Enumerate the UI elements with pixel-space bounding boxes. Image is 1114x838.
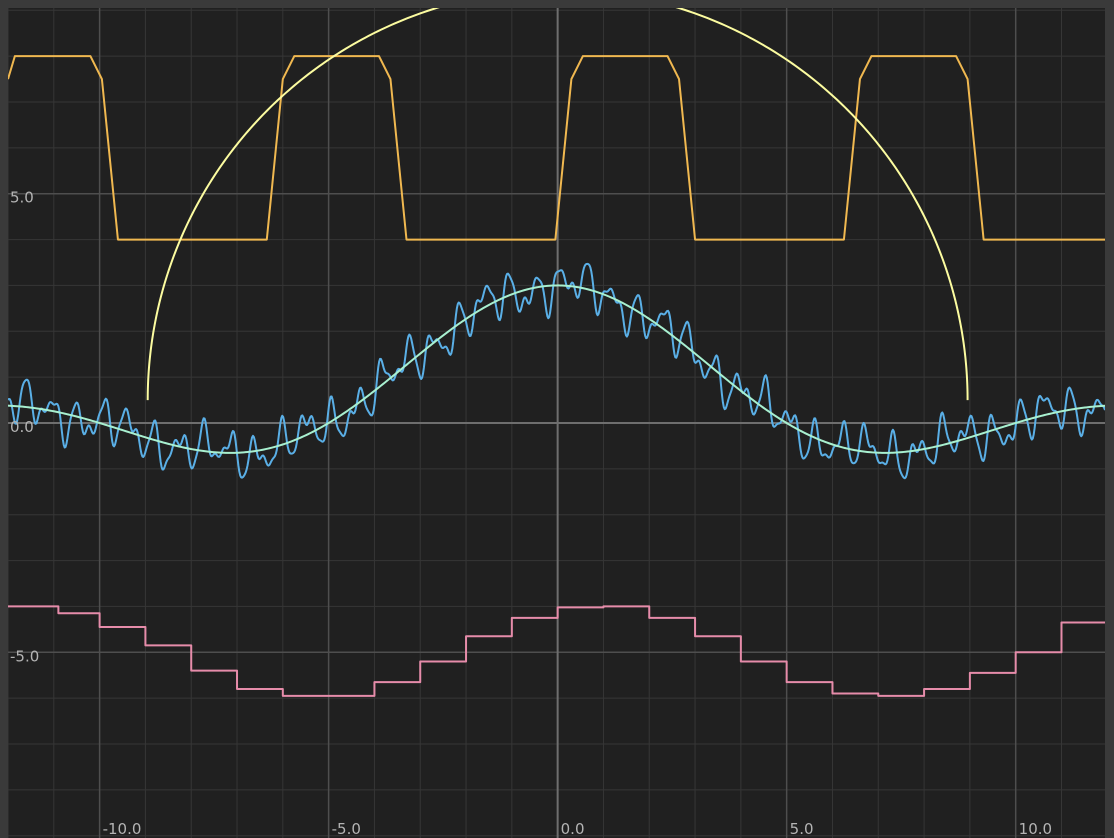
chart-svg: -10.0 -5.0 0.0 5.0 10.0 5.0 0.0 -5.0 [8,8,1105,838]
series-line-5 [8,605,1105,697]
y-tick-label: 0.0 [10,418,34,436]
chart-frame: -10.0 -5.0 0.0 5.0 10.0 5.0 0.0 -5.0 [0,0,1114,838]
tick-labels: -10.0 -5.0 0.0 5.0 10.0 5.0 0.0 -5.0 [10,189,1052,838]
x-tick-label: 5.0 [790,820,814,838]
y-tick-label: 5.0 [10,189,34,207]
series-layer [8,8,1105,697]
series-line-2 [8,284,1105,454]
x-tick-label: 0.0 [561,820,585,838]
y-tick-label: -5.0 [10,647,39,665]
x-tick-label: 10.0 [1019,820,1052,838]
x-tick-label: -10.0 [103,820,142,838]
plot-area: -10.0 -5.0 0.0 5.0 10.0 5.0 0.0 -5.0 [8,8,1105,838]
x-tick-label: -5.0 [332,820,361,838]
